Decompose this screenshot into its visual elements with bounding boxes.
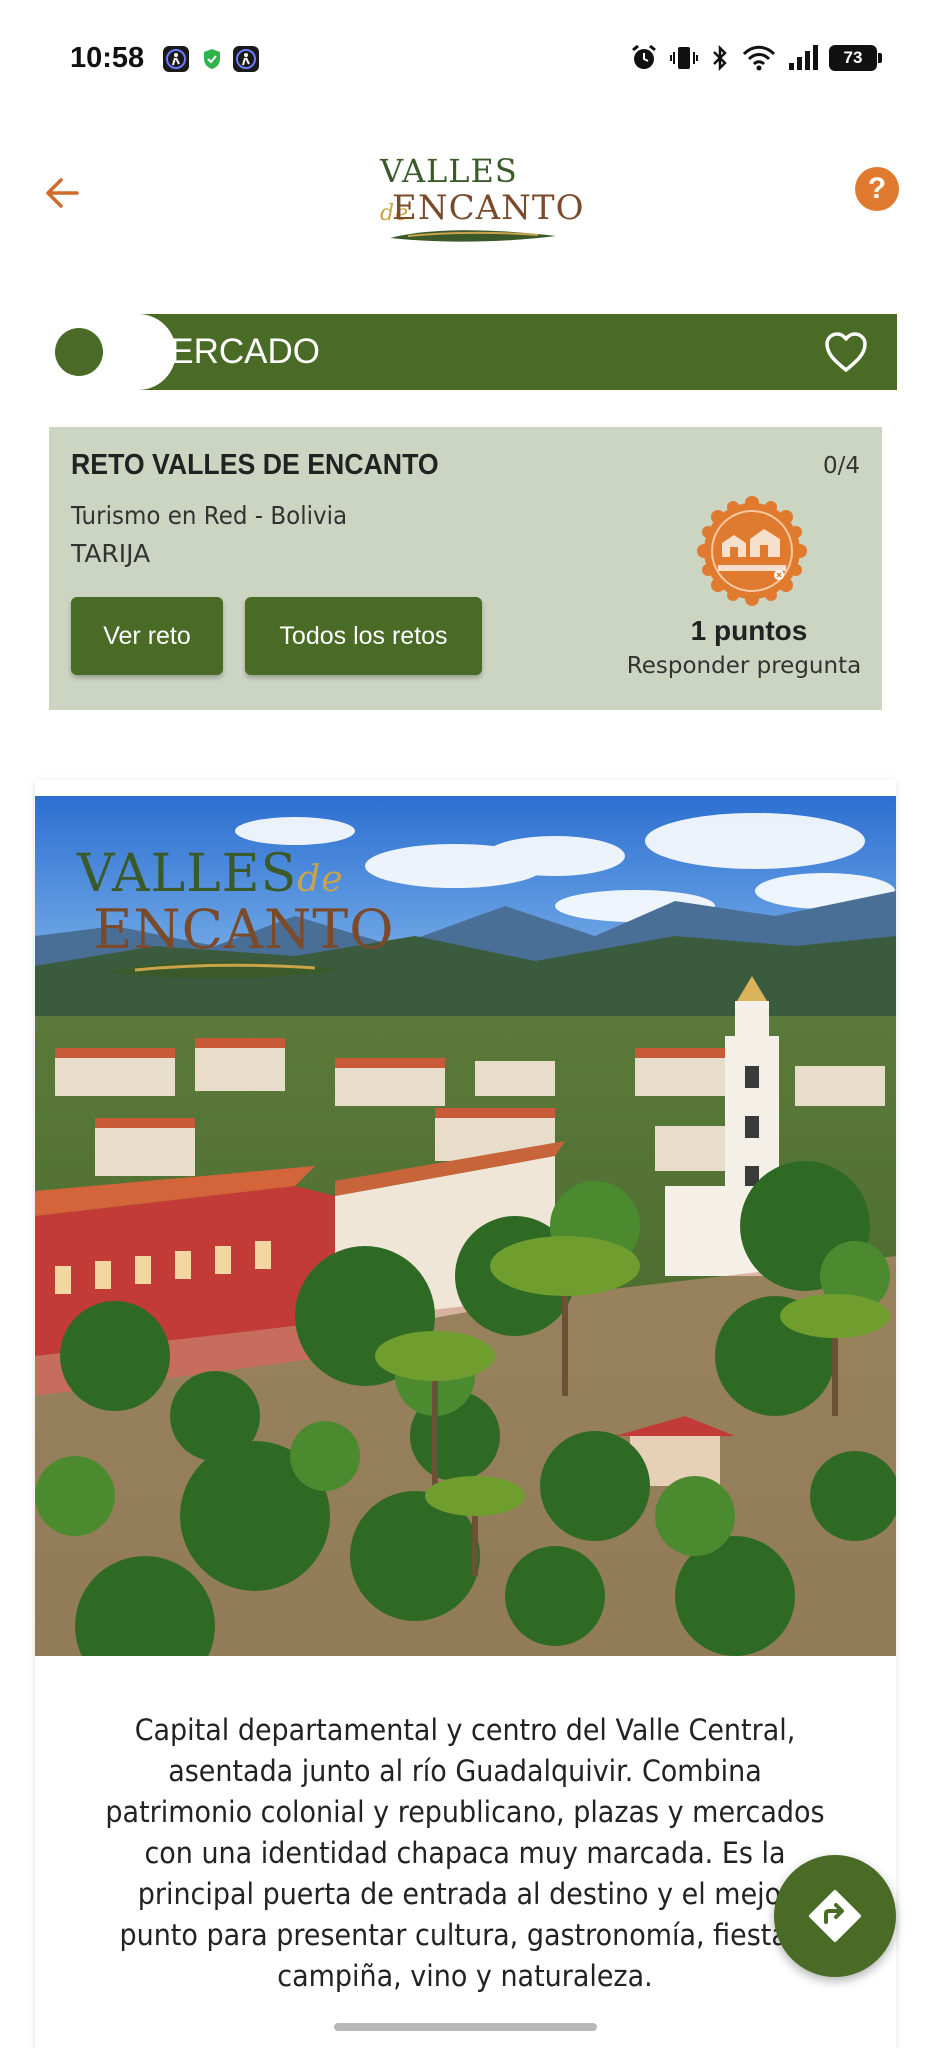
challenge-title: RETO VALLES DE ENCANTO [71, 449, 439, 481]
place-card: VALLESde ENCANTO Capital departamental y… [35, 780, 896, 2048]
logo-text-top: VALLES [380, 152, 518, 190]
challenge-points-description: Responder pregunta [626, 653, 862, 679]
directions-button[interactable] [774, 1855, 896, 1977]
place-photo: VALLESde ENCANTO [35, 796, 896, 1656]
section-title: CERCADO [145, 332, 321, 371]
arrow-left-icon [46, 178, 79, 208]
bluetooth-icon [713, 44, 727, 72]
view-challenge-button[interactable]: Ver reto [71, 597, 223, 675]
vibrate-icon [670, 47, 698, 69]
status-icons: 73 [629, 42, 882, 74]
challenge-organization: Turismo en Red - Bolivia [71, 501, 348, 530]
directions-icon [809, 1890, 861, 1942]
help-button[interactable]: ? [855, 167, 899, 211]
status-bar: 10:58 73 [0, 0, 931, 120]
app-logo: VALLES de ENCANTO [378, 148, 583, 248]
hero-logo-swoosh-icon [109, 961, 341, 979]
logo-text-bottom: ENCANTO [392, 188, 585, 228]
logo-swoosh-icon [390, 230, 556, 242]
hero-logo-text-de: de [297, 859, 344, 900]
wifi-icon [742, 45, 776, 71]
challenge-region: TARIJA [71, 539, 151, 568]
challenge-points: 1 puntos [690, 615, 808, 646]
home-indicator[interactable] [334, 2023, 597, 2031]
hero-logo-text-bottom: ENCANTO [93, 898, 395, 961]
app-icon [233, 46, 259, 72]
app-icon [163, 46, 189, 72]
heart-icon [825, 332, 867, 372]
favorite-button[interactable] [823, 330, 869, 374]
signal-icon [789, 45, 818, 70]
status-time: 10:58 [70, 42, 145, 74]
section-banner: CERCADO [50, 314, 897, 390]
shield-icon [199, 46, 225, 72]
place-description: Capital departamental y centro del Valle… [105, 1713, 825, 1993]
battery-icon: 73 [829, 45, 882, 71]
app-header: VALLES de ENCANTO [0, 130, 931, 260]
hero-logo-text-top: VALLES [77, 844, 298, 904]
challenge-progress: 0/4 [822, 453, 860, 479]
challenge-card: RETO VALLES DE ENCANTO 0/4 Turismo en Re… [49, 427, 882, 710]
challenge-badge-icon [696, 495, 808, 607]
alarm-icon [632, 44, 656, 69]
back-button[interactable] [38, 168, 88, 218]
section-dot-icon [55, 328, 103, 376]
all-challenges-button[interactable]: Todos los retos [245, 597, 482, 675]
